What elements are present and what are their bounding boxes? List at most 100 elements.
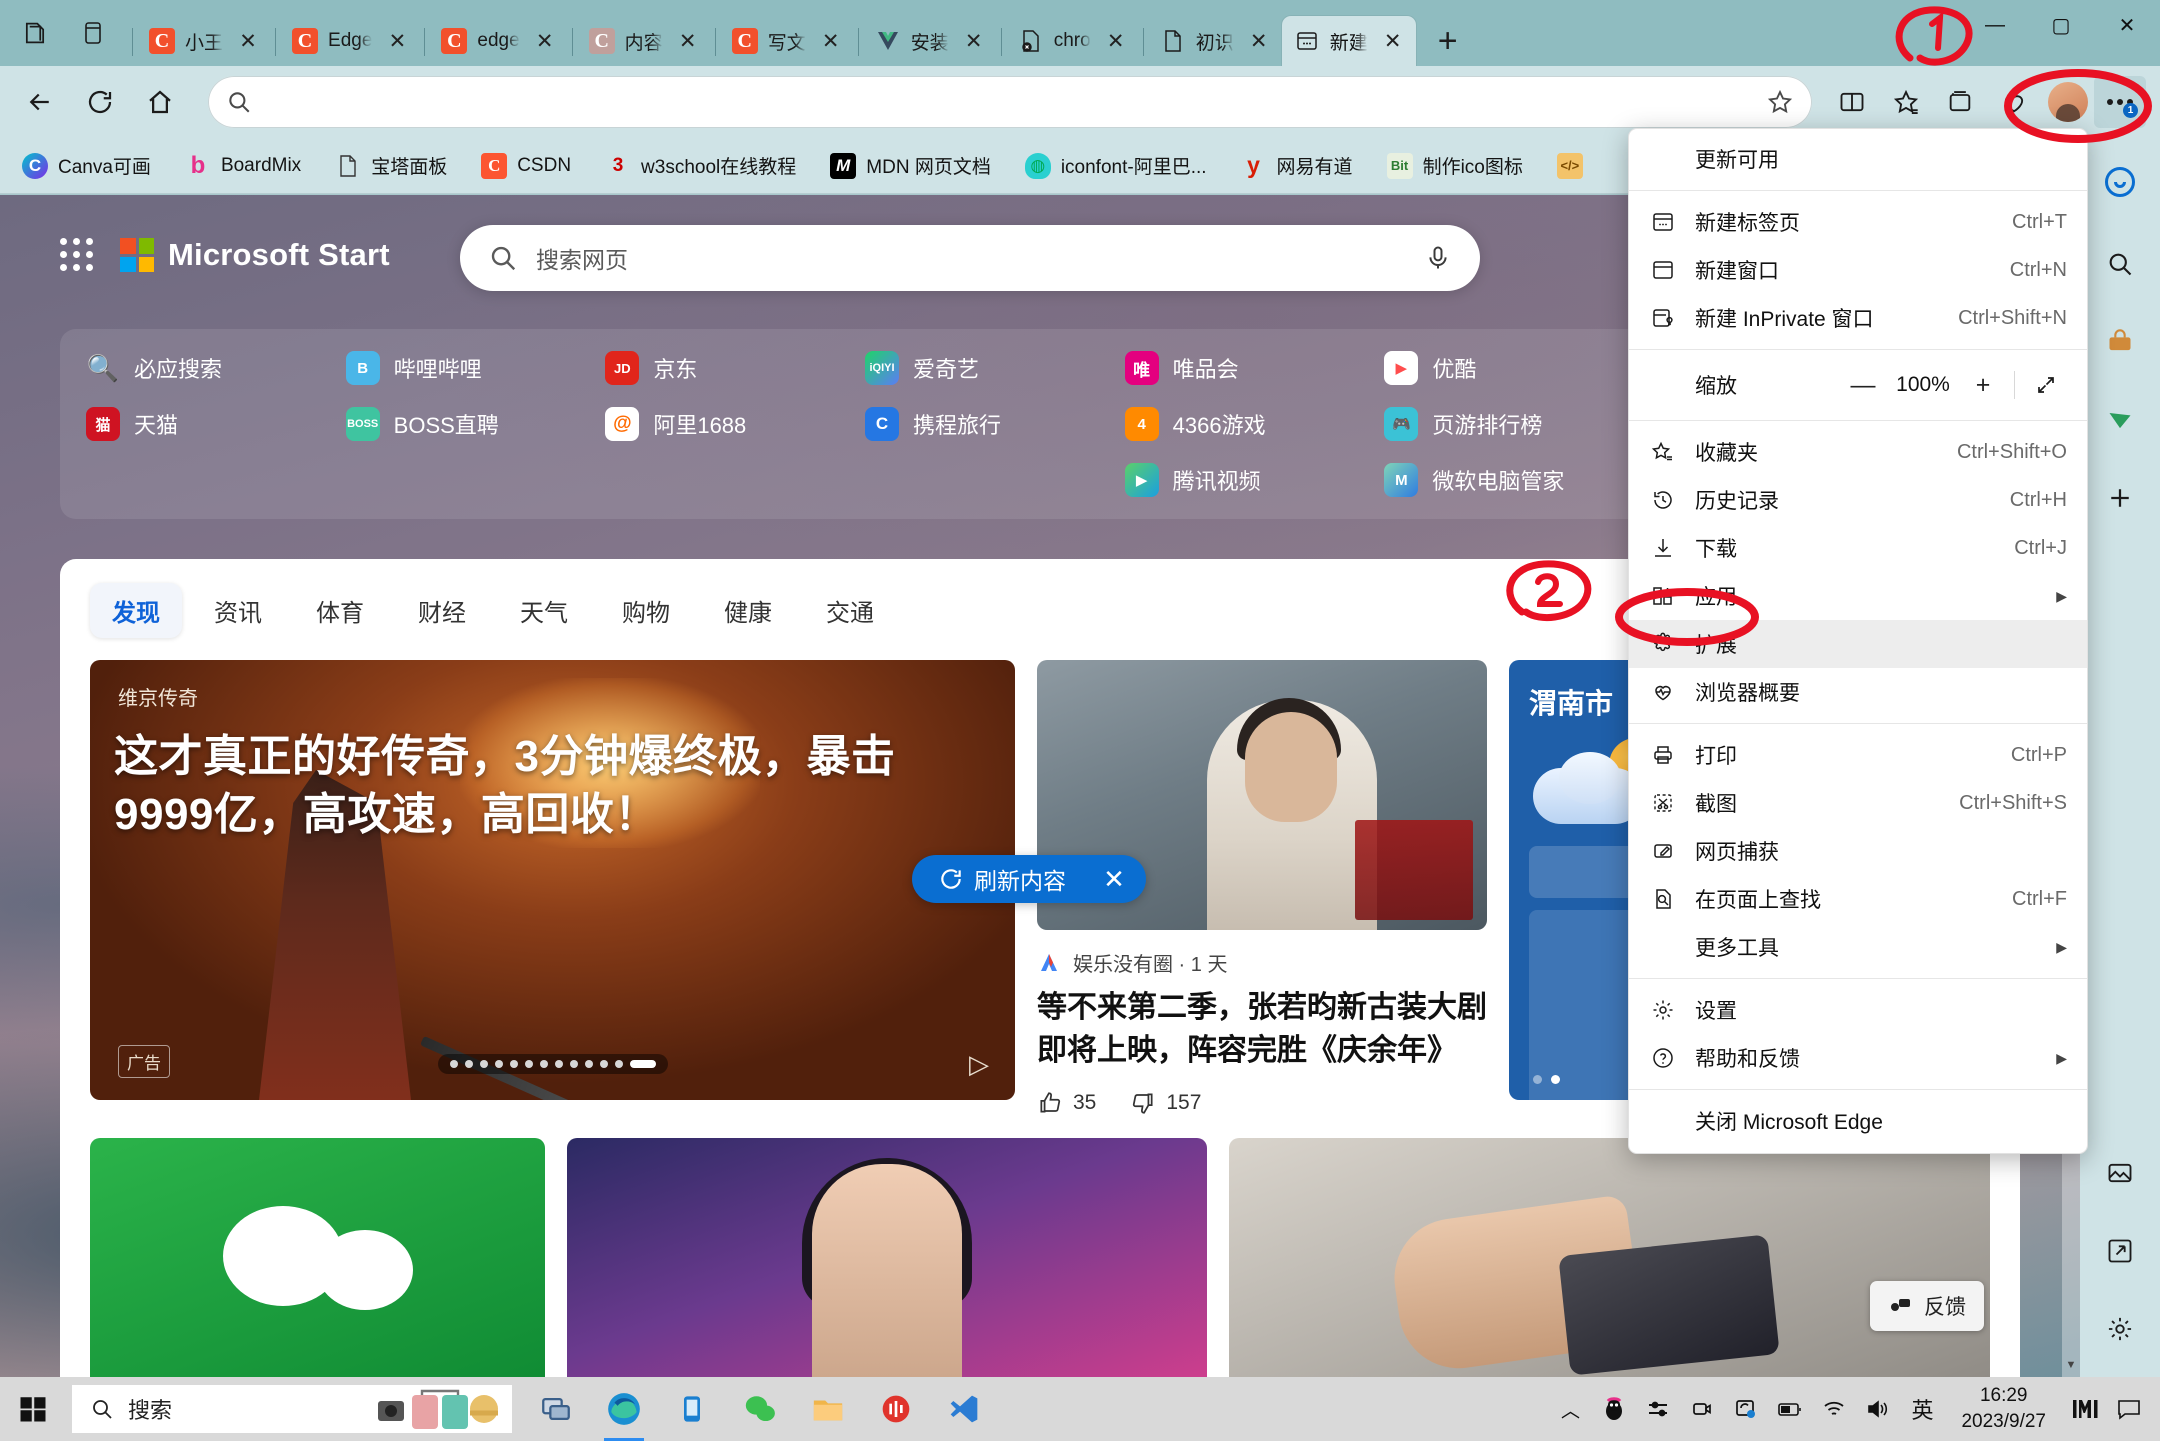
feed-tab-finance[interactable]: 财经 [396, 583, 488, 638]
close-tab-icon[interactable]: ✕ [959, 26, 989, 56]
games-icon[interactable] [2094, 394, 2146, 446]
copilot-icon[interactable] [2094, 156, 2146, 208]
wifi-icon[interactable] [1819, 1394, 1849, 1424]
address-bar[interactable] [208, 76, 1812, 128]
menu-item-close-edge[interactable]: 关闭 Microsoft Edge [1629, 1097, 2087, 1145]
close-tab-icon[interactable]: ✕ [382, 26, 412, 56]
chevron-up-icon[interactable]: ︿ [1555, 1394, 1585, 1424]
close-tab-icon[interactable]: ✕ [673, 26, 703, 56]
settings-gear-icon[interactable] [2094, 1303, 2146, 1355]
app-grid-icon[interactable] [60, 238, 94, 272]
bookmark-item[interactable]: </> [1556, 152, 1593, 179]
news-card[interactable] [1229, 1138, 1990, 1377]
browser-tab-active[interactable]: 新建 ✕ [1281, 16, 1416, 66]
zoom-in-button[interactable]: + [1960, 365, 2006, 405]
file-explorer-icon[interactable] [794, 1377, 862, 1441]
ad-carousel-dots[interactable] [437, 1054, 668, 1074]
dislike-group[interactable]: 157 [1130, 1090, 1201, 1116]
menu-item-settings[interactable]: 设置 [1629, 986, 2087, 1034]
like-group[interactable]: 35 [1037, 1090, 1096, 1116]
feed-tab-shopping[interactable]: 购物 [600, 583, 692, 638]
qq-penguin-icon[interactable] [1599, 1394, 1629, 1424]
advertisement-card[interactable]: 维京传奇 这才真正的好传奇，3分钟爆终极，暴击9999亿，高攻速，高回收！ 广告… [90, 660, 1015, 1100]
add-sidebar-icon[interactable] [2094, 472, 2146, 524]
menu-item-favorites[interactable]: 收藏夹 Ctrl+Shift+O [1629, 428, 2087, 476]
collections-icon[interactable] [1934, 76, 1986, 128]
news-card[interactable] [567, 1138, 1207, 1377]
split-screen-icon[interactable] [1826, 76, 1878, 128]
menu-item-history[interactable]: 历史记录 Ctrl+H [1629, 476, 2087, 524]
shortcut-item[interactable]: iQIYI 爱奇艺 [865, 351, 1115, 385]
shortcut-item[interactable]: M 微软电脑管家 [1384, 463, 1634, 497]
settings-and-more-button[interactable]: 1 [2094, 76, 2146, 128]
close-tab-icon[interactable]: ✕ [1101, 26, 1131, 56]
close-tab-icon[interactable]: ✕ [1244, 26, 1274, 56]
close-tab-icon[interactable]: ✕ [530, 26, 560, 56]
start-search-box[interactable]: 搜索网页 [460, 225, 1480, 291]
bookmark-item[interactable]: ◍ iconfont-阿里巴... [1024, 152, 1207, 179]
feed-tab-traffic[interactable]: 交通 [804, 583, 896, 638]
play-icon[interactable]: ▷ [969, 1049, 989, 1080]
shortcut-item[interactable]: 唯唯品会 [1124, 351, 1375, 385]
browser-essentials-icon[interactable] [1988, 76, 2040, 128]
shortcut-item[interactable]: B 哔哩哔哩 [345, 351, 596, 385]
feed-tab-health[interactable]: 健康 [702, 583, 794, 638]
shortcut-item[interactable]: 猫天猫 [86, 407, 336, 441]
new-tab-button[interactable]: + [1424, 17, 1472, 65]
browser-tab[interactable]: 安装 ✕ [863, 16, 997, 66]
wechat-icon[interactable] [726, 1377, 794, 1441]
bookmark-item[interactable]: C CSDN [481, 152, 571, 179]
feed-tab-weather[interactable]: 天气 [498, 583, 590, 638]
favorites-icon[interactable] [1880, 76, 1932, 128]
music-icon[interactable] [862, 1377, 930, 1441]
task-view-icon[interactable] [522, 1377, 590, 1441]
news-card[interactable] [90, 1138, 545, 1377]
shortcut-item[interactable]: JD 京东 [605, 351, 855, 385]
taskbar-search-box[interactable]: 搜索 [72, 1385, 512, 1433]
shortcut-item[interactable]: 🎮 页游排行榜 [1384, 407, 1634, 441]
menu-item-browser-essentials[interactable]: 浏览器概要 [1629, 668, 2087, 716]
bookmark-item[interactable]: y 网易有道 [1241, 152, 1352, 179]
tab-collections-icon[interactable] [12, 10, 58, 56]
menu-item-find-on-page[interactable]: 在页面上查找 Ctrl+F [1629, 875, 2087, 923]
shopping-icon[interactable] [2094, 316, 2146, 368]
minimize-button[interactable]: — [1962, 0, 2028, 50]
scroll-down-icon[interactable]: ▼ [2062, 1359, 2080, 1377]
shortcut-item[interactable]: ▶ 优酷 [1384, 351, 1634, 385]
mi-icon[interactable] [2070, 1394, 2100, 1424]
refresh-button[interactable] [74, 76, 126, 128]
browser-tab[interactable]: C Edge ✕ [280, 16, 420, 66]
windows-start-icon[interactable] [0, 1377, 66, 1441]
zoom-out-button[interactable]: — [1840, 365, 1886, 405]
menu-item-extensions[interactable]: 扩展 [1629, 620, 2087, 668]
close-tab-icon[interactable]: ✕ [233, 26, 263, 56]
browser-tab[interactable]: C 内容 ✕ [577, 16, 711, 66]
feedback-button[interactable]: 反馈 [1870, 1281, 1984, 1331]
bookmark-item[interactable]: b BoardMix [185, 152, 302, 179]
menu-item-new-tab[interactable]: 新建标签页 Ctrl+T [1629, 198, 2087, 246]
browser-tab[interactable]: C 小王 ✕ [137, 16, 271, 66]
shortcut-item[interactable]: ▶ 腾讯视频 [1124, 463, 1375, 497]
browser-tab[interactable]: C 写文 ✕ [720, 16, 854, 66]
shortcut-item[interactable]: 🔍 必应搜索 [86, 351, 336, 385]
menu-item-web-capture[interactable]: 网页捕获 [1629, 827, 2087, 875]
menu-item-print[interactable]: 打印 Ctrl+P [1629, 731, 2087, 779]
close-window-button[interactable]: ✕ [2094, 0, 2160, 50]
taskbar-clock[interactable]: 16:29 2023/9/27 [1961, 1383, 2046, 1434]
browser-tab[interactable]: chro ✕ [1006, 16, 1139, 66]
notification-icon[interactable] [2114, 1394, 2144, 1424]
shortcut-item[interactable]: 4 4366游戏 [1124, 407, 1375, 441]
bookmark-item[interactable]: C Canva可画 [22, 152, 151, 179]
menu-item-more-tools[interactable]: 更多工具 ▶ [1629, 923, 2087, 971]
external-link-icon[interactable] [2094, 1225, 2146, 1277]
vscode-icon[interactable] [930, 1377, 998, 1441]
feed-tab-sports[interactable]: 体育 [294, 583, 386, 638]
phone-link-icon[interactable] [658, 1377, 726, 1441]
bookmark-item[interactable]: M MDN 网页文档 [830, 152, 991, 179]
avatar[interactable] [2048, 82, 2088, 122]
shortcut-item[interactable]: BOSS BOSS直聘 [345, 407, 596, 441]
search-icon[interactable] [2094, 238, 2146, 290]
bookmark-item[interactable]: Bit 制作ico图标 [1386, 152, 1523, 179]
home-button[interactable] [134, 76, 186, 128]
image-tool-icon[interactable] [2094, 1147, 2146, 1199]
